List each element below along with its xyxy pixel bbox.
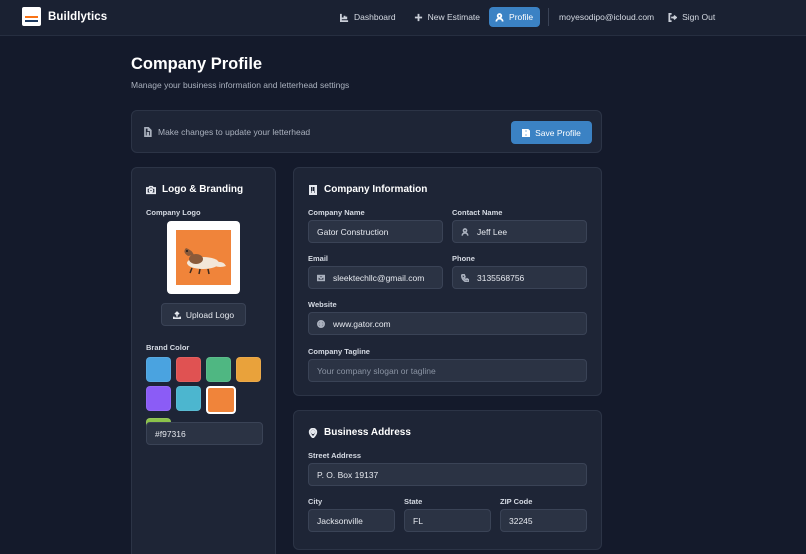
brand-logo: [22, 7, 41, 26]
business-address-title: Business Address: [308, 427, 411, 438]
save-icon: [522, 128, 531, 137]
brand-color-swatch[interactable]: [146, 357, 171, 382]
globe-icon: [317, 319, 325, 328]
zip-code-label: ZIP Code: [500, 497, 533, 506]
upload-icon: [172, 310, 181, 319]
page-subtitle: Manage your business information and let…: [131, 80, 350, 90]
mail-icon: [317, 274, 325, 281]
building-icon: [309, 184, 317, 195]
company-information-card: Company Information Company Name Gator C…: [293, 167, 602, 396]
camera-icon: [146, 185, 156, 194]
city-field[interactable]: Jacksonville: [308, 509, 395, 532]
banner-message: Make changes to update your letterhead: [158, 126, 311, 137]
state-field[interactable]: FL: [404, 509, 491, 532]
document-icon: [144, 126, 152, 137]
tagline-label: Company Tagline: [308, 347, 370, 356]
company-logo-label: Company Logo: [146, 208, 201, 217]
phone-icon: [461, 273, 469, 282]
website-field[interactable]: www.gator.com: [308, 312, 587, 335]
brand-color-swatch[interactable]: [176, 386, 201, 411]
user-icon: [495, 12, 504, 22]
business-address-card: Business Address Street Address P. O. Bo…: [293, 410, 602, 550]
state-label: State: [404, 497, 423, 506]
logo-branding-card: Logo & Branding Company Logo Upload Logo…: [131, 167, 276, 554]
brand-color-hex-field[interactable]: #f97316: [146, 422, 263, 445]
brand-color-swatch[interactable]: [206, 357, 231, 382]
upload-logo-button[interactable]: Upload Logo: [161, 303, 246, 326]
user-icon: [461, 227, 469, 236]
brand-color-swatch[interactable]: [176, 357, 201, 382]
street-address-field[interactable]: P. O. Box 19137: [308, 463, 587, 486]
bar-chart-icon: [340, 13, 349, 22]
street-address-label: Street Address: [308, 451, 362, 460]
gator-logo-icon: [176, 230, 231, 285]
nav-links: Dashboard New Estimate Profile moyesodip…: [334, 7, 721, 27]
phone-label: Phone: [452, 254, 475, 263]
top-navbar: Buildlytics Dashboard New Estimate Profi…: [0, 0, 806, 36]
nav-sign-out[interactable]: Sign Out: [662, 7, 721, 27]
save-profile-button[interactable]: Save Profile: [511, 121, 592, 144]
nav-profile[interactable]: Profile: [489, 7, 541, 27]
brand-color-swatch[interactable]: [206, 386, 236, 414]
user-email: moyesodipo@icloud.com: [559, 12, 655, 22]
contact-name-label: Contact Name: [452, 208, 503, 217]
contact-name-field[interactable]: Jeff Lee: [452, 220, 587, 243]
company-information-title: Company Information: [308, 184, 427, 195]
company-logo[interactable]: [167, 221, 240, 294]
city-label: City: [308, 497, 323, 506]
nav-new-estimate[interactable]: New Estimate: [408, 7, 486, 27]
tagline-input[interactable]: [317, 365, 586, 376]
letterhead-banner: Make changes to update your letterhead S…: [131, 110, 602, 153]
tagline-field[interactable]: [308, 359, 587, 382]
zip-code-field[interactable]: 32245: [500, 509, 587, 532]
brand-color-label: Brand Color: [146, 343, 190, 352]
plus-icon: [414, 13, 422, 21]
logo-image: [176, 230, 231, 285]
page-title: Company Profile: [131, 55, 263, 73]
phone-field[interactable]: 3135568756: [452, 266, 587, 289]
email-field[interactable]: sleektechllc@gmail.com: [308, 266, 443, 289]
brand-color-swatch[interactable]: [146, 386, 171, 411]
website-label: Website: [308, 300, 337, 309]
brand-name: Buildlytics: [48, 10, 108, 23]
company-name-label: Company Name: [308, 208, 365, 217]
company-name-field[interactable]: Gator Construction: [308, 220, 443, 243]
nav-dashboard[interactable]: Dashboard: [334, 7, 402, 27]
brand[interactable]: Buildlytics: [22, 7, 107, 26]
nav-divider: [548, 8, 550, 26]
logo-branding-title: Logo & Branding: [146, 184, 243, 195]
sign-out-icon: [668, 12, 678, 22]
brand-color-swatch[interactable]: [236, 357, 261, 382]
brand-color-hex-value: #f97316: [155, 428, 186, 439]
email-label: Email: [308, 254, 329, 263]
map-pin-icon: [308, 427, 318, 438]
